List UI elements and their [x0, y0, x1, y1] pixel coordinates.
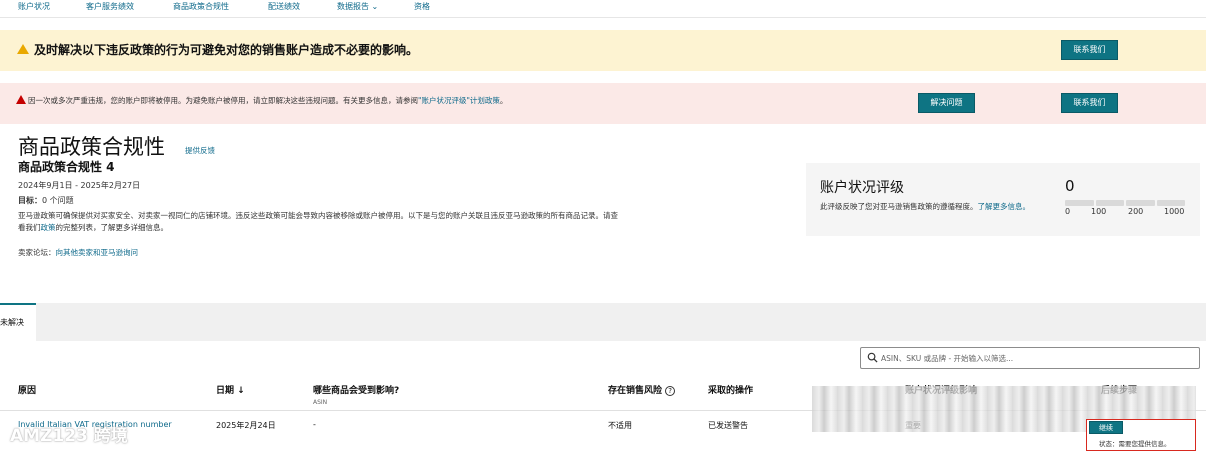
nav-item-shipping[interactable]: 配送绩效 [268, 1, 300, 12]
status-text: 状态：需要您提供信息。 [1099, 440, 1171, 448]
nav-item-product-policy[interactable]: 商品政策合规性 [173, 1, 229, 12]
column-subheader-asin: ASIN [313, 399, 328, 406]
seller-forum: 卖家论坛：向其他卖家和亚马逊询问 [18, 248, 139, 257]
top-navigation: 账户状况 客户服务绩效 商品政策合规性 配送绩效 数据报告 ⌄ 资格 [0, 0, 1206, 18]
scale-label: 1000 [1164, 207, 1185, 216]
help-icon[interactable]: ? [665, 386, 676, 396]
nav-item-eligibility[interactable]: 资格 [414, 1, 430, 12]
health-score: 0 [1065, 177, 1075, 195]
warning-icon [17, 44, 29, 54]
watermark: AMZ123 跨境 [10, 426, 128, 446]
date-range: 2024年9月1日 - 2025年2月27日 [18, 181, 141, 190]
error-message: 因一次或多次严重违规，您的账户即将被停用。为避免账户被停用，请立即解决这些违规问… [28, 96, 508, 105]
scale-label: 0 [1065, 207, 1071, 216]
health-scale-bar [1065, 200, 1185, 206]
policies-link[interactable]: 政策 [41, 223, 56, 232]
resolve-issues-button[interactable]: 解决问题 [918, 93, 975, 113]
affected-cell: - [313, 420, 316, 429]
tab-label: 未解决 [0, 318, 24, 327]
contact-us-button[interactable]: 联系我们 [1061, 40, 1118, 60]
tab-bar: 未解决 [0, 303, 1206, 341]
scale-label: 200 [1128, 207, 1144, 216]
policy-description: 亚马逊政策可确保提供对买家安全、对卖家一视同仁的店铺环境。违反这些政策可能会导致… [18, 211, 618, 232]
search-input[interactable] [881, 350, 1193, 366]
action-cell: 已发送警告 [708, 421, 748, 430]
feedback-link[interactable]: 提供反馈 [185, 145, 215, 156]
policy-link[interactable]: "账户状况评级"计划政策 [418, 96, 500, 105]
risk-cell: 不适用 [608, 421, 632, 430]
health-card-title: 账户状况评级 [820, 180, 904, 196]
tab-unresolved[interactable]: 未解决 [0, 303, 36, 341]
target-line: 目标：0 个问题 [18, 196, 74, 205]
date-cell: 2025年2月24日 [216, 421, 276, 430]
search-box [860, 347, 1200, 369]
nav-item-reports[interactable]: 数据报告 ⌄ [337, 1, 378, 12]
alert-icon [16, 95, 26, 104]
column-header-reason: 原因 [18, 386, 37, 396]
column-header-affected: 哪些商品会受到影响? [313, 386, 400, 396]
scale-label: 100 [1091, 207, 1107, 216]
search-icon [867, 352, 878, 363]
account-health-card: 账户状况评级 此评级反映了您对亚马逊销售政策的遵循程度。了解更多信息。 0 0 … [806, 163, 1200, 236]
warning-banner: 及时解决以下违反政策的行为可避免对您的销售账户造成不必要的影响。 联系我们 [0, 30, 1206, 71]
next-steps-cell: 继续 状态：需要您提供信息。 [1086, 419, 1196, 451]
learn-more-link[interactable]: 了解更多信息。 [978, 202, 1031, 211]
health-card-description: 此评级反映了您对亚马逊销售政策的遵循程度。了解更多信息。 [820, 202, 1031, 211]
nav-item-account-health[interactable]: 账户状况 [18, 1, 50, 12]
page-subtitle: 商品政策合规性 4 [18, 160, 115, 174]
column-header-action: 采取的操作 [708, 386, 754, 396]
column-header-date[interactable]: 日期 ↓ [216, 383, 245, 396]
column-header-risk: 存在销售风险 ? [608, 383, 676, 396]
contact-us-button-2[interactable]: 联系我们 [1061, 93, 1118, 113]
nav-item-customer-service[interactable]: 客户服务绩效 [86, 1, 134, 12]
error-banner: 因一次或多次严重违规，您的账户即将被停用。为避免账户被停用，请立即解决这些违规问… [0, 83, 1206, 124]
page-title: 商品政策合规性 [18, 135, 165, 159]
continue-button[interactable]: 继续 [1089, 421, 1123, 434]
forum-link[interactable]: 向其他卖家和亚马逊询问 [56, 248, 139, 257]
warning-message: 及时解决以下违反政策的行为可避免对您的销售账户造成不必要的影响。 [34, 43, 419, 57]
